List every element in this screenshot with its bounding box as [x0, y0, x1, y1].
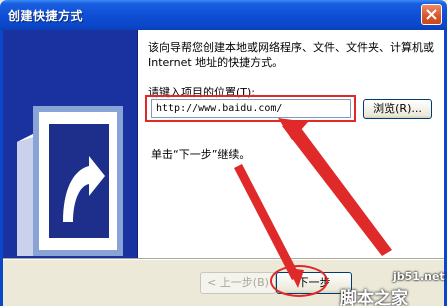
watermark-brand: 脚本之家 [340, 289, 408, 306]
watermark-site: jb51.net [393, 270, 445, 283]
arrow-to-next-head [288, 268, 304, 288]
arrow-to-input [282, 124, 392, 256]
annotation-arrows [234, 118, 392, 288]
arrow-to-next [234, 164, 300, 280]
shortcut-wizard-window: 创建快捷方式 该向导帮您创建本地或网络程序、文件、文件夹、计算机或 Intern… [0, 0, 447, 306]
